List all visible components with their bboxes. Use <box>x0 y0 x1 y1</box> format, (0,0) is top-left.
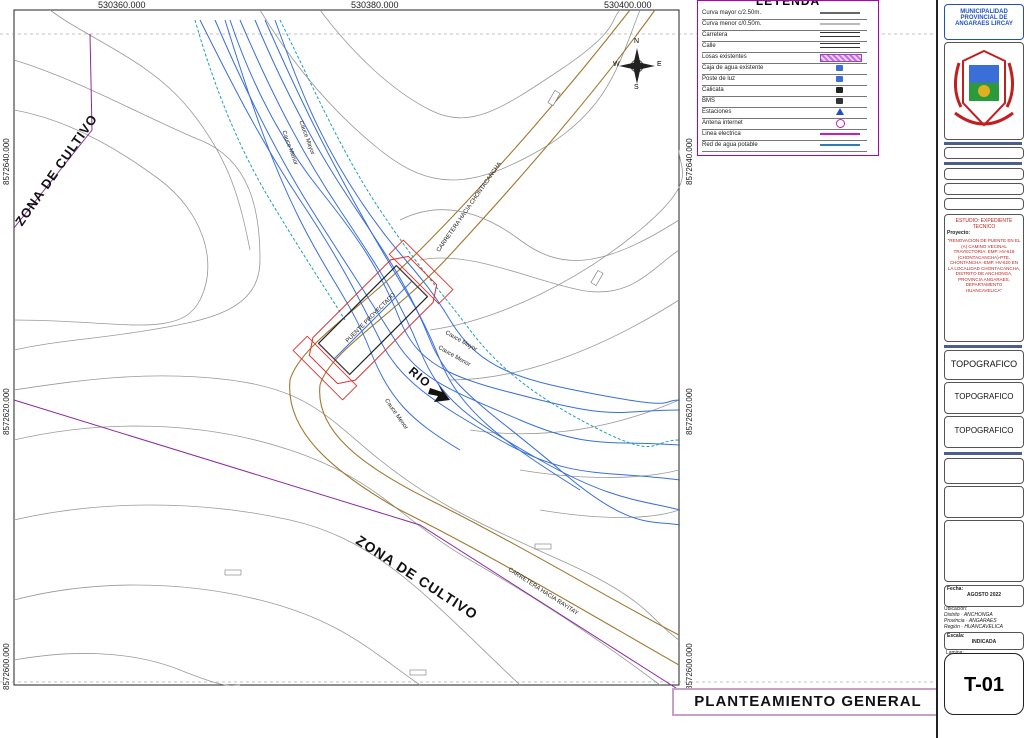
title-block: MUNICIPALIDAD PROVINCIAL DE ANGARAES LIR… <box>936 0 1024 738</box>
legend-item-label: Curva mayor c/2.50m. <box>702 10 762 16</box>
calicata-icon <box>836 87 843 93</box>
estudio-text: ESTUDIO: EXPEDIENTE TECNICO <box>955 218 1013 230</box>
legend-symbol <box>820 43 860 48</box>
municipality-box: MUNICIPALIDAD PROVINCIAL DE ANGARAES LIR… <box>944 4 1024 40</box>
legend-item: Red de agua potable <box>702 140 867 152</box>
legend-symbol <box>820 144 860 146</box>
fecha-box: Fecha: AGOSTO 2022 <box>944 585 1024 607</box>
legend-item: Calle <box>702 41 867 53</box>
municipality-name: MUNICIPALIDAD PROVINCIAL DE ANGARAES LIR… <box>955 9 1013 27</box>
legend-symbol <box>820 54 862 62</box>
proyecto-text: "RENOVACION DE PUENTE EN EL (A) CAMINO V… <box>947 238 1021 293</box>
coord-right-2: 8572620.000 <box>685 388 694 435</box>
north-e: E <box>657 61 662 68</box>
fecha-value: AGOSTO 2022 <box>966 592 1002 598</box>
north-w: W <box>613 61 620 68</box>
legend-item: Estaciones <box>702 107 867 119</box>
divider-bar <box>944 452 1022 455</box>
plano-1: TOPOGRAFICO <box>950 359 1018 369</box>
north-n: N <box>634 38 640 45</box>
name-box-1 <box>944 147 1024 159</box>
coord-left-3: 8572600.000 <box>2 643 11 690</box>
circle-icon <box>836 119 845 128</box>
legend-symbol <box>820 23 860 25</box>
map-frame <box>13 9 680 686</box>
coord-left-2: 8572620.000 <box>2 388 11 435</box>
plano-2: TOPOGRAFICO <box>954 392 1014 401</box>
ubicacion-block: Ubicación: Distrito · ANCHONGA Provincia… <box>944 606 1022 630</box>
crest-box <box>944 42 1024 140</box>
legend: LEYENDA Curva mayor c/2.50m. Curva menor … <box>697 0 879 156</box>
legend-item-label: Calicata <box>702 87 724 93</box>
legend-item: Carretera <box>702 30 867 42</box>
divider-bar <box>944 162 1022 165</box>
municipal-crest-icon <box>954 49 1014 127</box>
project-box: ESTUDIO: EXPEDIENTE TECNICO Proyecto: "R… <box>944 214 1024 342</box>
blank-box <box>944 520 1024 582</box>
contour-lines <box>13 9 683 686</box>
coord-top-2: 530380.000 <box>351 0 399 10</box>
sign-box-1 <box>944 458 1024 484</box>
coord-top-3: 530400.000 <box>604 0 652 10</box>
coord-right-1: 8572640.000 <box>685 138 694 185</box>
legend-symbol <box>820 133 860 135</box>
name-box-4 <box>944 198 1024 210</box>
legend-item-label: Red de agua potable <box>702 142 758 148</box>
legend-item-label: BMS <box>702 98 716 104</box>
escala-value: INDICADA <box>971 639 997 645</box>
coord-top-1: 530360.000 <box>98 0 146 10</box>
ubicacion-row-3: Región · HUANCAVELICA <box>944 624 1003 630</box>
water-box-icon <box>836 65 843 71</box>
name-box-2 <box>944 168 1024 180</box>
legend-item: Antena internet <box>702 118 867 130</box>
legend-title: LEYENDA <box>755 0 821 8</box>
triangle-icon <box>836 108 844 115</box>
legend-item: Poste de luz <box>702 74 867 86</box>
legend-item: Curva mayor c/2.50m. <box>702 8 867 20</box>
legend-item: Caja de agua existente <box>702 63 867 75</box>
legend-item-label: Linea electrica <box>702 131 741 137</box>
legend-item: Losas existentes <box>702 52 867 64</box>
legend-item-label: Poste de luz <box>702 76 736 82</box>
legend-item-label: Calle <box>702 43 716 49</box>
sign-box-2 <box>944 486 1024 518</box>
divider-bar <box>944 142 1022 145</box>
name-box-3 <box>944 183 1024 195</box>
plano-box-2: TOPOGRAFICO <box>944 382 1024 414</box>
light-post-icon <box>836 76 843 82</box>
coord-right-3: 8572600.000 <box>685 643 694 690</box>
legend-item-label: Antena internet <box>702 120 743 126</box>
legend-item: Curva menor c/0.50m. <box>702 19 867 31</box>
plano-3: TOPOGRAFICO <box>954 426 1014 435</box>
escala-box: Escala: INDICADA <box>944 632 1024 650</box>
plano-box-1: TOPOGRAFICO <box>944 350 1024 380</box>
legend-item-label: Losas existentes <box>702 54 747 60</box>
legend-item: Linea electrica <box>702 129 867 141</box>
region-value: HUANCAVELICA <box>964 624 1003 630</box>
sheet-number: T-01 <box>944 653 1024 715</box>
north-arrow-icon <box>619 48 655 84</box>
legend-item: BMS <box>702 96 867 108</box>
legend-item: Calicata <box>702 85 867 97</box>
river-channels <box>199 19 681 526</box>
legend-item-label: Estaciones <box>702 109 732 115</box>
legend-item-label: Caja de agua existente <box>702 65 764 71</box>
contour-tags <box>224 90 604 676</box>
divider-bar <box>944 345 1022 348</box>
north-s: S <box>634 84 639 91</box>
legend-symbol <box>820 32 860 37</box>
plan-title: PLANTEAMIENTO GENERAL <box>672 688 944 716</box>
legend-symbol <box>820 12 860 14</box>
bm-icon <box>836 98 843 104</box>
legend-item-label: Carretera <box>702 32 728 38</box>
legend-item-label: Curva menor c/0.50m. <box>702 21 762 27</box>
plano-box-3: TOPOGRAFICO <box>944 416 1024 448</box>
coord-left-1: 8572640.000 <box>2 138 11 185</box>
region-label: Región <box>944 624 960 630</box>
